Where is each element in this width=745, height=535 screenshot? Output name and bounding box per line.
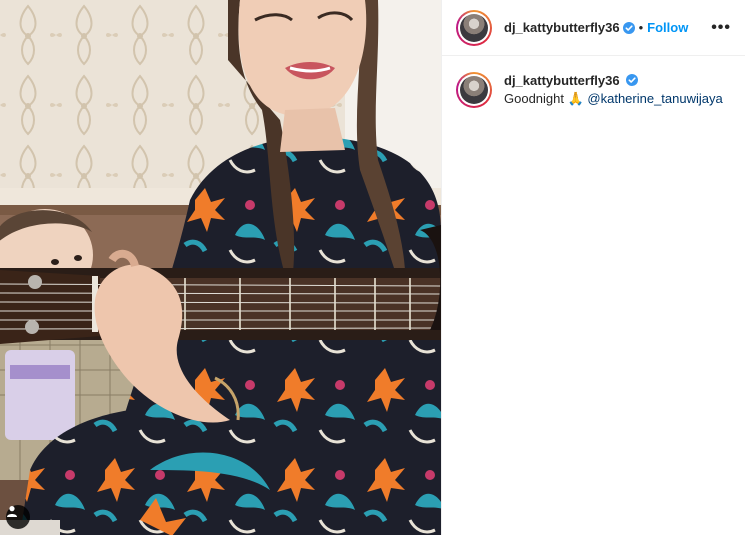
- video-frame: [0, 0, 441, 535]
- post-sidebar: dj_kattybutterfly36 • Follow ••• dj_katt…: [441, 0, 745, 535]
- caption-author-avatar[interactable]: [456, 72, 492, 108]
- verified-badge-icon: [626, 74, 639, 86]
- user-tag-icon[interactable]: [6, 505, 30, 529]
- verified-badge-icon: [622, 21, 635, 34]
- caption-body: dj_kattybutterfly36 Goodnight 🙏 @katheri…: [504, 72, 723, 108]
- post-media[interactable]: [0, 0, 441, 535]
- more-options-icon[interactable]: •••: [711, 19, 731, 37]
- caption: dj_kattybutterfly36 Goodnight 🙏 @katheri…: [442, 56, 745, 108]
- caption-author-username[interactable]: dj_kattybutterfly36: [504, 73, 620, 88]
- author-username[interactable]: dj_kattybutterfly36: [504, 20, 620, 35]
- follow-button[interactable]: Follow: [647, 20, 688, 35]
- post-header: dj_kattybutterfly36 • Follow •••: [442, 0, 745, 56]
- author-avatar[interactable]: [456, 9, 492, 46]
- caption-mention-link[interactable]: @katherine_tanuwijaya: [587, 91, 722, 106]
- separator-dot: •: [638, 20, 644, 35]
- caption-text: Goodnight 🙏: [504, 91, 588, 106]
